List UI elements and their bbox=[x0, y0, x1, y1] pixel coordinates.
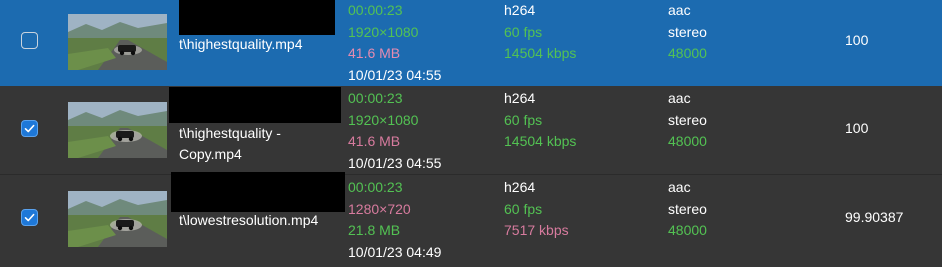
file-info-column: 00:00:23 1280×720 21.8 MB 10/01/23 04:49 bbox=[348, 177, 441, 263]
video-file-list: t\highestquality.mp4 00:00:23 1920×1080 … bbox=[0, 0, 942, 267]
duration-text: 00:00:23 bbox=[348, 90, 403, 106]
audio-channels-text: stereo bbox=[668, 23, 707, 40]
bitrate-text: 14504 kbps bbox=[504, 133, 577, 149]
duration-text: 00:00:23 bbox=[348, 2, 403, 18]
fps-text: 60 fps bbox=[504, 23, 543, 40]
date-text: 10/01/23 04:55 bbox=[348, 66, 442, 83]
file-size-text: 41.6 MB bbox=[348, 45, 401, 61]
sample-rate-text: 48000 bbox=[668, 222, 707, 238]
audio-info-column: aac stereo 48000 bbox=[668, 177, 707, 242]
file-name: t\highestquality - Copy.mp4 bbox=[179, 125, 281, 162]
file-info-column: 00:00:23 1920×1080 41.6 MB 10/01/23 04:5… bbox=[348, 0, 441, 86]
video-codec-text: h264 bbox=[504, 90, 536, 106]
fps-text: 60 fps bbox=[504, 111, 543, 128]
sample-rate-text: 48000 bbox=[668, 133, 707, 149]
similarity-score: 100 bbox=[845, 32, 869, 48]
duration-text: 00:00:23 bbox=[348, 179, 403, 195]
checkmark-icon bbox=[24, 124, 35, 133]
video-thumbnail[interactable] bbox=[68, 14, 167, 70]
file-row[interactable]: t\lowestresolution.mp4 00:00:23 1280×720… bbox=[0, 172, 942, 267]
similarity-score: 99.90387 bbox=[845, 209, 904, 225]
checkmark-icon bbox=[24, 213, 35, 222]
audio-codec-text: aac bbox=[668, 179, 691, 195]
audio-info-column: aac stereo 48000 bbox=[668, 88, 707, 153]
video-thumbnail[interactable] bbox=[68, 191, 167, 247]
row-checkbox[interactable] bbox=[21, 120, 38, 137]
redacted-block bbox=[179, 0, 335, 35]
audio-info-column: aac stereo 48000 bbox=[668, 0, 707, 65]
resolution-text: 1920×1080 bbox=[348, 111, 419, 128]
video-info-column: h264 60 fps 14504 kbps bbox=[504, 88, 576, 153]
file-size-text: 21.8 MB bbox=[348, 222, 401, 238]
redacted-block bbox=[171, 172, 345, 212]
resolution-text: 1280×720 bbox=[348, 200, 411, 217]
similarity-score: 100 bbox=[845, 120, 869, 136]
audio-codec-text: aac bbox=[668, 2, 691, 18]
video-info-column: h264 60 fps 7517 kbps bbox=[504, 177, 569, 242]
video-codec-text: h264 bbox=[504, 2, 536, 18]
file-name: t\lowestresolution.mp4 bbox=[179, 212, 319, 228]
resolution-text: 1920×1080 bbox=[348, 23, 419, 40]
sample-rate-text: 48000 bbox=[668, 45, 707, 61]
date-text: 10/01/23 04:49 bbox=[348, 243, 442, 260]
audio-channels-text: stereo bbox=[668, 200, 707, 217]
audio-channels-text: stereo bbox=[668, 111, 707, 128]
file-row[interactable]: t\highestquality.mp4 00:00:23 1920×1080 … bbox=[0, 0, 942, 86]
bitrate-text: 14504 kbps bbox=[504, 45, 577, 61]
fps-text: 60 fps bbox=[504, 200, 543, 217]
row-checkbox[interactable] bbox=[21, 32, 38, 49]
file-info-column: 00:00:23 1920×1080 41.6 MB 10/01/23 04:5… bbox=[348, 88, 441, 174]
row-checkbox[interactable] bbox=[21, 209, 38, 226]
redacted-block bbox=[169, 87, 341, 123]
date-text: 10/01/23 04:55 bbox=[348, 154, 442, 171]
video-codec-text: h264 bbox=[504, 179, 536, 195]
bitrate-text: 7517 kbps bbox=[504, 222, 569, 238]
file-size-text: 41.6 MB bbox=[348, 133, 401, 149]
audio-codec-text: aac bbox=[668, 90, 691, 106]
video-info-column: h264 60 fps 14504 kbps bbox=[504, 0, 576, 65]
file-name: t\highestquality.mp4 bbox=[179, 36, 303, 52]
file-row[interactable]: t\highestquality - Copy.mp4 00:00:23 192… bbox=[0, 86, 942, 174]
video-thumbnail[interactable] bbox=[68, 102, 167, 158]
